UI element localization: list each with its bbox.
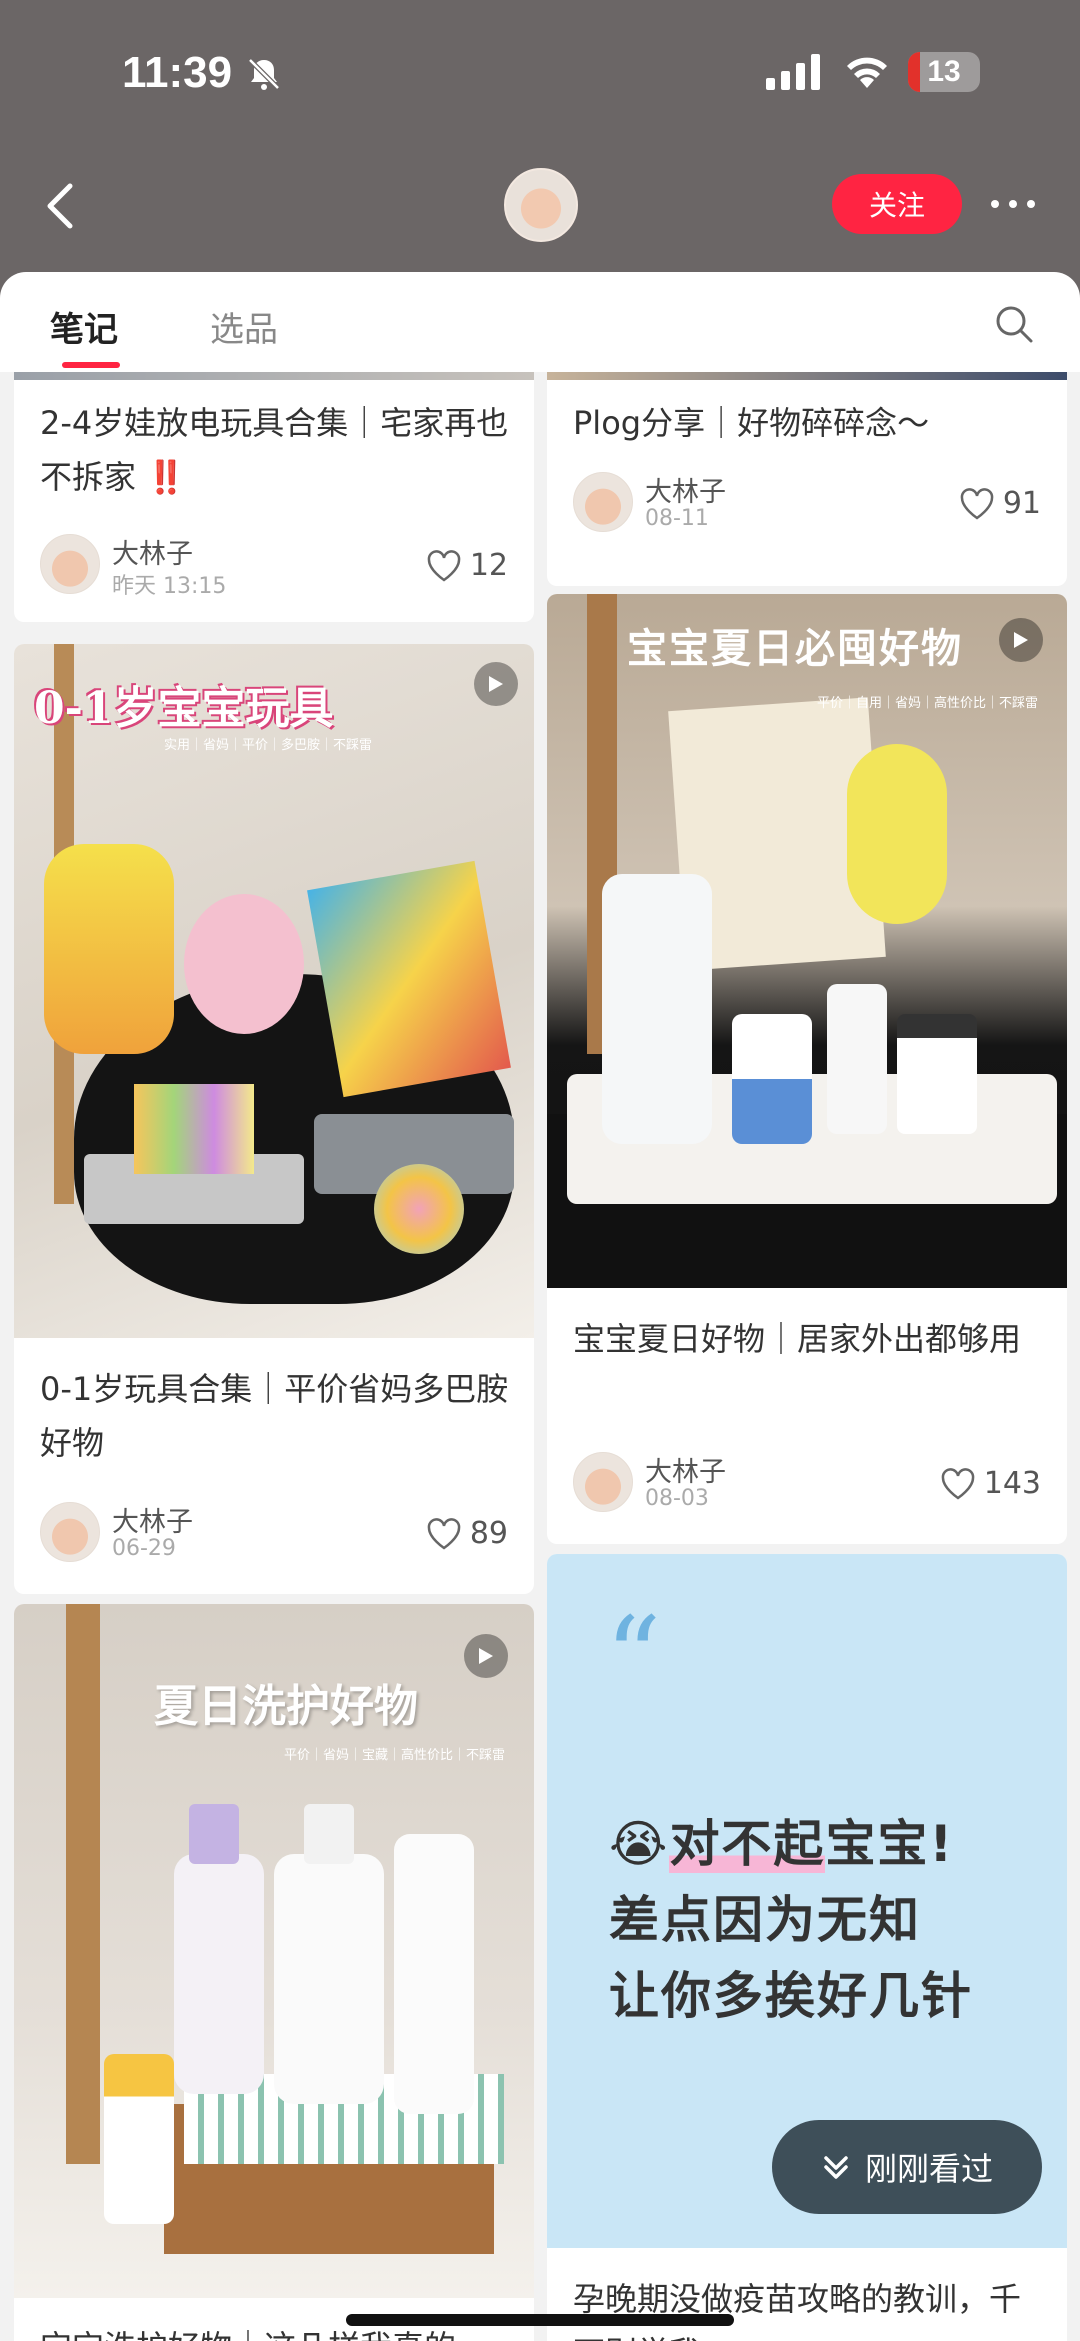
post-date: 昨天 13:15 <box>112 574 227 599</box>
author-name[interactable]: 大林子 <box>112 1500 193 1539</box>
chevron-double-down-icon <box>824 2156 848 2179</box>
author-avatar[interactable] <box>573 472 633 532</box>
cover-subtitle: 平价｜省妈｜宝藏｜高性价比｜不踩雷 <box>284 1748 506 1763</box>
note-card[interactable]: 2-4岁娃放电玩具合集｜宅家再也不拆家 ‼️ 大林子 昨天 13:15 12 <box>14 372 534 622</box>
note-cover-image <box>547 372 1067 380</box>
note-cover-image <box>14 372 534 380</box>
note-cover-image: 夏日洗护好物 平价｜省妈｜宝藏｜高性价比｜不踩雷 <box>14 1604 534 2298</box>
like-count: 12 <box>469 548 508 583</box>
note-card[interactable]: 0-1岁宝宝玩具 实用｜省妈｜平价｜多巴胺｜不踩雷 0-1岁玩具合集｜平价省妈多… <box>14 644 534 1594</box>
signal-icon <box>766 54 820 90</box>
note-card[interactable]: “ 😭对不起宝宝! 差点因为无知 让你多挨好几针 孕晚期没做疫苗攻略的教训，千万… <box>547 1554 1067 2341</box>
recently-viewed-button[interactable]: 刚刚看过 <box>772 2120 1042 2214</box>
author-name[interactable]: 大林子 <box>645 470 726 509</box>
profile-avatar[interactable] <box>504 168 578 242</box>
profile-header: 11:39 13 关注 <box>0 0 1080 300</box>
heart-icon <box>960 487 994 520</box>
note-cover-image: 0-1岁宝宝玩具 实用｜省妈｜平价｜多巴胺｜不踩雷 <box>14 644 534 1338</box>
play-icon <box>464 1634 508 1678</box>
cover-title: 0-1岁宝宝玩具 <box>34 683 334 734</box>
author-name[interactable]: 大林子 <box>645 1450 726 1489</box>
note-title: 2-4岁娃放电玩具合集｜宅家再也不拆家 ‼️ <box>40 404 509 496</box>
post-date: 08-03 <box>645 1486 709 1511</box>
notes-feed: 2-4岁娃放电玩具合集｜宅家再也不拆家 ‼️ 大林子 昨天 13:15 12 P… <box>0 372 1080 2341</box>
recently-viewed-label: 刚刚看过 <box>864 2150 993 2188</box>
tab-notes[interactable]: 笔记 <box>50 302 118 351</box>
cover-subtitle: 平价｜自用｜省妈｜高性价比｜不踩雷 <box>817 696 1039 711</box>
like-count: 91 <box>1002 486 1041 521</box>
note-card[interactable]: 夏日洗护好物 平价｜省妈｜宝藏｜高性价比｜不踩雷 宝宝洗护好物｜这几样我真的 <box>14 1604 534 2341</box>
like-button[interactable]: 12 <box>426 548 508 583</box>
cover-subtitle: 实用｜省妈｜平价｜多巴胺｜不踩雷 <box>164 738 373 753</box>
active-tab-indicator <box>62 362 120 368</box>
note-title: Plog分享｜好物碎碎念～ <box>573 404 930 442</box>
author-avatar[interactable] <box>40 534 100 594</box>
bell-off-icon <box>248 58 280 90</box>
tab-picks[interactable]: 选品 <box>210 302 278 351</box>
like-count: 89 <box>469 1516 508 1551</box>
heart-icon <box>427 549 461 582</box>
like-button[interactable]: 91 <box>959 486 1041 521</box>
quote-line-1: 😭对不起宝宝! <box>609 1815 955 1873</box>
note-cover-image: 宝宝夏日必囤好物 平价｜自用｜省妈｜高性价比｜不踩雷 <box>547 594 1067 1288</box>
status-bar: 11:39 13 <box>0 0 1080 140</box>
follow-button[interactable]: 关注 <box>832 174 962 234</box>
cover-title: 夏日洗护好物 <box>154 1681 418 1732</box>
quote-icon: “ <box>605 1593 662 1721</box>
author-avatar[interactable] <box>573 1452 633 1512</box>
quote-line-3: 让你多挨好几针 <box>609 1967 973 2025</box>
more-icon[interactable] <box>986 192 1040 216</box>
play-icon <box>999 618 1043 662</box>
note-card[interactable]: Plog分享｜好物碎碎念～ 大林子 08-11 91 <box>547 372 1067 586</box>
post-date: 06-29 <box>112 1536 176 1561</box>
post-date: 08-11 <box>645 506 709 531</box>
back-icon[interactable] <box>40 176 80 236</box>
home-indicator[interactable] <box>346 2314 734 2326</box>
battery-indicator: 13 <box>908 52 980 92</box>
note-title: 孕晚期没做疫苗攻略的教训，千万别学我 <box>573 2280 1022 2341</box>
wifi-icon <box>847 57 887 88</box>
status-time: 11:39 <box>122 48 233 97</box>
like-count: 143 <box>983 1466 1041 1501</box>
note-card[interactable]: 宝宝夏日必囤好物 平价｜自用｜省妈｜高性价比｜不踩雷 宝宝夏日好物｜居家外出都够… <box>547 594 1067 1544</box>
author-name[interactable]: 大林子 <box>112 532 193 571</box>
search-icon[interactable] <box>994 304 1034 344</box>
quote-line-2: 差点因为无知 <box>609 1891 921 1949</box>
note-title: 宝宝夏日好物｜居家外出都够用 <box>573 1320 1022 1358</box>
like-button[interactable]: 89 <box>426 1516 508 1551</box>
note-title: 0-1岁玩具合集｜平价省妈多巴胺好物 <box>40 1370 509 1462</box>
profile-tab-bar: 笔记 选品 <box>0 272 1080 372</box>
play-icon <box>474 662 518 706</box>
heart-icon <box>941 1467 974 1500</box>
cover-title: 宝宝夏日必囤好物 <box>627 625 963 672</box>
author-avatar[interactable] <box>40 1502 100 1562</box>
heart-icon <box>427 1517 461 1550</box>
like-button[interactable]: 143 <box>940 1466 1041 1501</box>
